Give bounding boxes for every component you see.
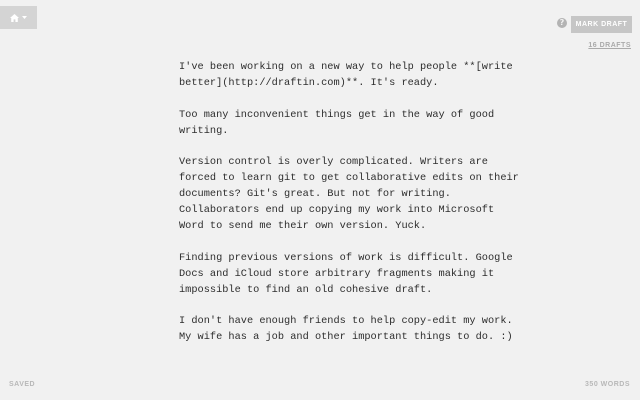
help-icon[interactable]: ?	[557, 18, 567, 28]
editor-paragraph: Too many inconvenient things get in the …	[179, 108, 501, 137]
caret-down-icon	[22, 16, 27, 19]
drafts-count-link[interactable]: 16 DRAFTS	[588, 42, 631, 49]
home-icon	[10, 13, 19, 22]
document-editor[interactable]: I've been working on a new way to help p…	[179, 60, 524, 362]
editor-paragraph: Finding previous versions of work is dif…	[179, 251, 519, 296]
editor-paragraph: I don't have enough friends to help copy…	[179, 315, 519, 344]
word-count: 350 WORDS	[585, 381, 630, 388]
editor-paragraph: Version control is overly complicated. W…	[179, 156, 526, 233]
home-menu-button[interactable]	[0, 6, 37, 29]
mark-draft-button[interactable]: MARK DRAFT	[571, 16, 632, 33]
editor-paragraph: I've been working on a new way to help p…	[179, 61, 519, 89]
save-status: SAVED	[9, 381, 36, 388]
